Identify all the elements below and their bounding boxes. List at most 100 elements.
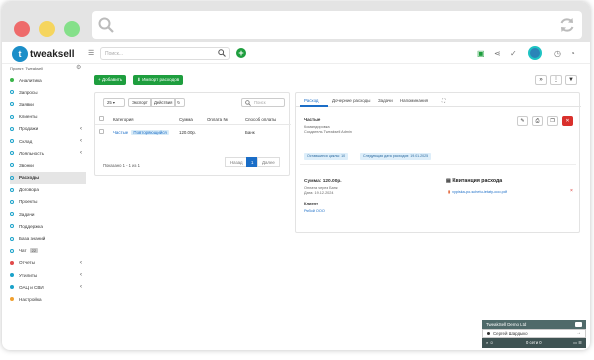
chat-user-name: Сергей Шардыко (493, 331, 528, 336)
menu-toggle-icon[interactable]: ☰ (88, 49, 94, 57)
next-date-chip: Следующая дата расходов: 19.01.2025 (360, 153, 432, 160)
search-icon (98, 17, 114, 33)
export-button[interactable]: Экспорт (128, 98, 152, 107)
sidebar-item-warehouse[interactable]: Склад ‹ (10, 135, 86, 147)
list-search-input[interactable]: Поиск (241, 98, 285, 107)
next-page-button[interactable]: Далее (257, 157, 280, 167)
sidebar-item-label: Запросы (19, 89, 38, 95)
column-header[interactable]: Категория (113, 117, 134, 122)
projects-icon (10, 199, 14, 204)
receipt-title-text: Квитанция расхода (452, 178, 503, 184)
page-size-select[interactable]: 25 ▾ (103, 98, 125, 107)
column-header[interactable]: Способ оплаты (245, 117, 276, 122)
chat-header[interactable]: TweakSell Demo Ltd (482, 320, 586, 329)
settings-icon (10, 297, 14, 302)
payment-method: Оплата через Банк (304, 186, 338, 190)
chart-icon (10, 78, 14, 83)
sidebar-item-label: Отчеты (19, 260, 35, 266)
quick-add-button[interactable]: + (236, 48, 246, 58)
import-expenses-button[interactable]: ⬇ Импорт расходов (133, 75, 184, 85)
utilities-icon (10, 273, 14, 278)
maximize-window-button[interactable] (64, 21, 80, 37)
sidebar: Аналитика Запросы Заявки Клиенты Продажи… (10, 74, 86, 306)
reload-icon[interactable] (558, 16, 576, 34)
sidebar-item-analytics[interactable]: Аналитика (10, 74, 86, 86)
chevron-left-icon: ‹ (80, 272, 82, 279)
chat-user-row[interactable]: Сергей Шардыко → (482, 329, 586, 338)
category-link[interactable]: Частые (113, 130, 128, 135)
edit-icon[interactable]: ✎ (517, 116, 528, 126)
chat-search-icon[interactable]: ⌕ ☺ (486, 340, 494, 345)
sidebar-item-chat[interactable]: Чат 22 (10, 245, 86, 257)
pagination-info: Показано 1 - 1 из 1 (103, 163, 140, 168)
sidebar-item-expenses[interactable]: Расходы (10, 171, 86, 184)
select-all-checkbox[interactable] (99, 116, 104, 121)
refresh-icon[interactable]: ↻ (174, 98, 185, 107)
monitor-icon[interactable]: ▣ (477, 49, 485, 58)
sidebar-item-oac[interactable]: ОАЦ и СВИ ‹ (10, 281, 86, 293)
print-icon[interactable]: ⎙ (532, 116, 543, 126)
share-icon[interactable]: ⋖ (494, 49, 501, 58)
tab-expense[interactable]: Расход (304, 98, 318, 103)
sidebar-item-reports[interactable]: Отчеты ‹ (10, 257, 86, 269)
add-expense-button[interactable]: + Добавить (94, 75, 127, 85)
filter-icon[interactable]: ▼ (565, 75, 577, 85)
fullscreen-icon[interactable]: ⛶ (442, 98, 445, 103)
sidebar-item-calls[interactable]: Звонки (10, 159, 86, 171)
amount-cell: 120.00р. (179, 129, 197, 135)
sidebar-item-tasks[interactable]: Задачи (10, 208, 86, 220)
sidebar-item-label: Звонки (19, 162, 34, 168)
column-header[interactable]: Оплата № (207, 117, 228, 122)
prev-page-button[interactable]: Назад (225, 157, 248, 167)
attachment-link[interactable]: ▮ vypiska-po-schetu-ietaty-ooo.pdf (448, 189, 507, 194)
close-window-button[interactable] (14, 21, 30, 37)
logo[interactable]: t tweaksell (12, 46, 74, 62)
chevron-left-icon: ‹ (80, 138, 82, 145)
sidebar-item-orders[interactable]: Заявки (10, 98, 86, 110)
address-bar[interactable] (92, 11, 582, 39)
actions-button[interactable]: Действия (150, 98, 177, 107)
tab-child-expenses[interactable]: Дочерние расходы (332, 98, 370, 103)
bell-icon[interactable]: ◔ (570, 49, 575, 58)
sidebar-item-utilities[interactable]: Утилиты ‹ (10, 269, 86, 281)
arrow-right-icon: → (576, 330, 581, 336)
sidebar-item-clients[interactable]: Клиенты (10, 111, 86, 123)
client-link[interactable]: Рябой ООО (304, 209, 325, 213)
chat-widget[interactable]: TweakSell Demo Ltd Сергей Шардыко → ⌕ ☺ 0… (482, 320, 586, 350)
search-icon[interactable] (218, 49, 226, 57)
sidebar-item-inquiries[interactable]: Запросы (10, 86, 86, 98)
sidebar-item-loyalty[interactable]: Лояльность ‹ (10, 147, 86, 159)
sidebar-item-label: Продажи (19, 126, 39, 132)
copy-icon[interactable]: ❐ (547, 116, 558, 126)
tasks-check-icon[interactable]: ✓ (510, 49, 517, 58)
sidebar-item-projects[interactable]: Проекты (10, 196, 86, 208)
sidebar-item-settings[interactable]: Настройка (10, 293, 86, 305)
sidebar-item-contracts[interactable]: Договора (10, 184, 86, 196)
delete-icon[interactable]: ✕ (562, 116, 573, 126)
clock-icon[interactable]: ◷ (554, 49, 561, 58)
page-size-value: 25 (107, 100, 112, 105)
app-window: t tweaksell ☰ Поиск... + ▣ ⋖ ✓ ◷ ◔ Проек… (2, 2, 590, 350)
sidebar-item-knowledge-base[interactable]: База знаний (10, 232, 86, 244)
remove-attachment-icon[interactable]: × (570, 188, 573, 194)
row-checkbox[interactable] (99, 129, 104, 134)
sidebar-item-label: Лояльность (19, 150, 45, 156)
more-icon[interactable]: ⋮ (550, 75, 562, 85)
gear-icon[interactable]: ⚙ (76, 64, 81, 71)
sidebar-item-sales[interactable]: Продажи ‹ (10, 123, 86, 135)
chat-tools-icon[interactable]: ▭ ☰ (573, 338, 582, 348)
collapse-icon[interactable]: » (535, 75, 547, 85)
browser-chrome (2, 2, 590, 42)
tab-tasks[interactable]: Задачи (378, 98, 393, 103)
remaining-cycles-chip: Оставшиеся циклы: 10 (304, 153, 349, 160)
table-row[interactable]: Частые Повторяющийся 120.00р. Банк (95, 126, 291, 138)
avatar[interactable] (528, 46, 542, 60)
sidebar-item-support[interactable]: Поддержка (10, 220, 86, 232)
status-dot-icon (487, 332, 490, 335)
minimize-window-button[interactable] (39, 21, 55, 37)
column-header[interactable]: Сумма (179, 117, 193, 122)
order-icon (10, 102, 14, 107)
sidebar-item-label: Склад (19, 138, 33, 144)
global-search-input[interactable]: Поиск... (100, 47, 230, 60)
tab-reminders[interactable]: Напоминания (400, 98, 428, 103)
